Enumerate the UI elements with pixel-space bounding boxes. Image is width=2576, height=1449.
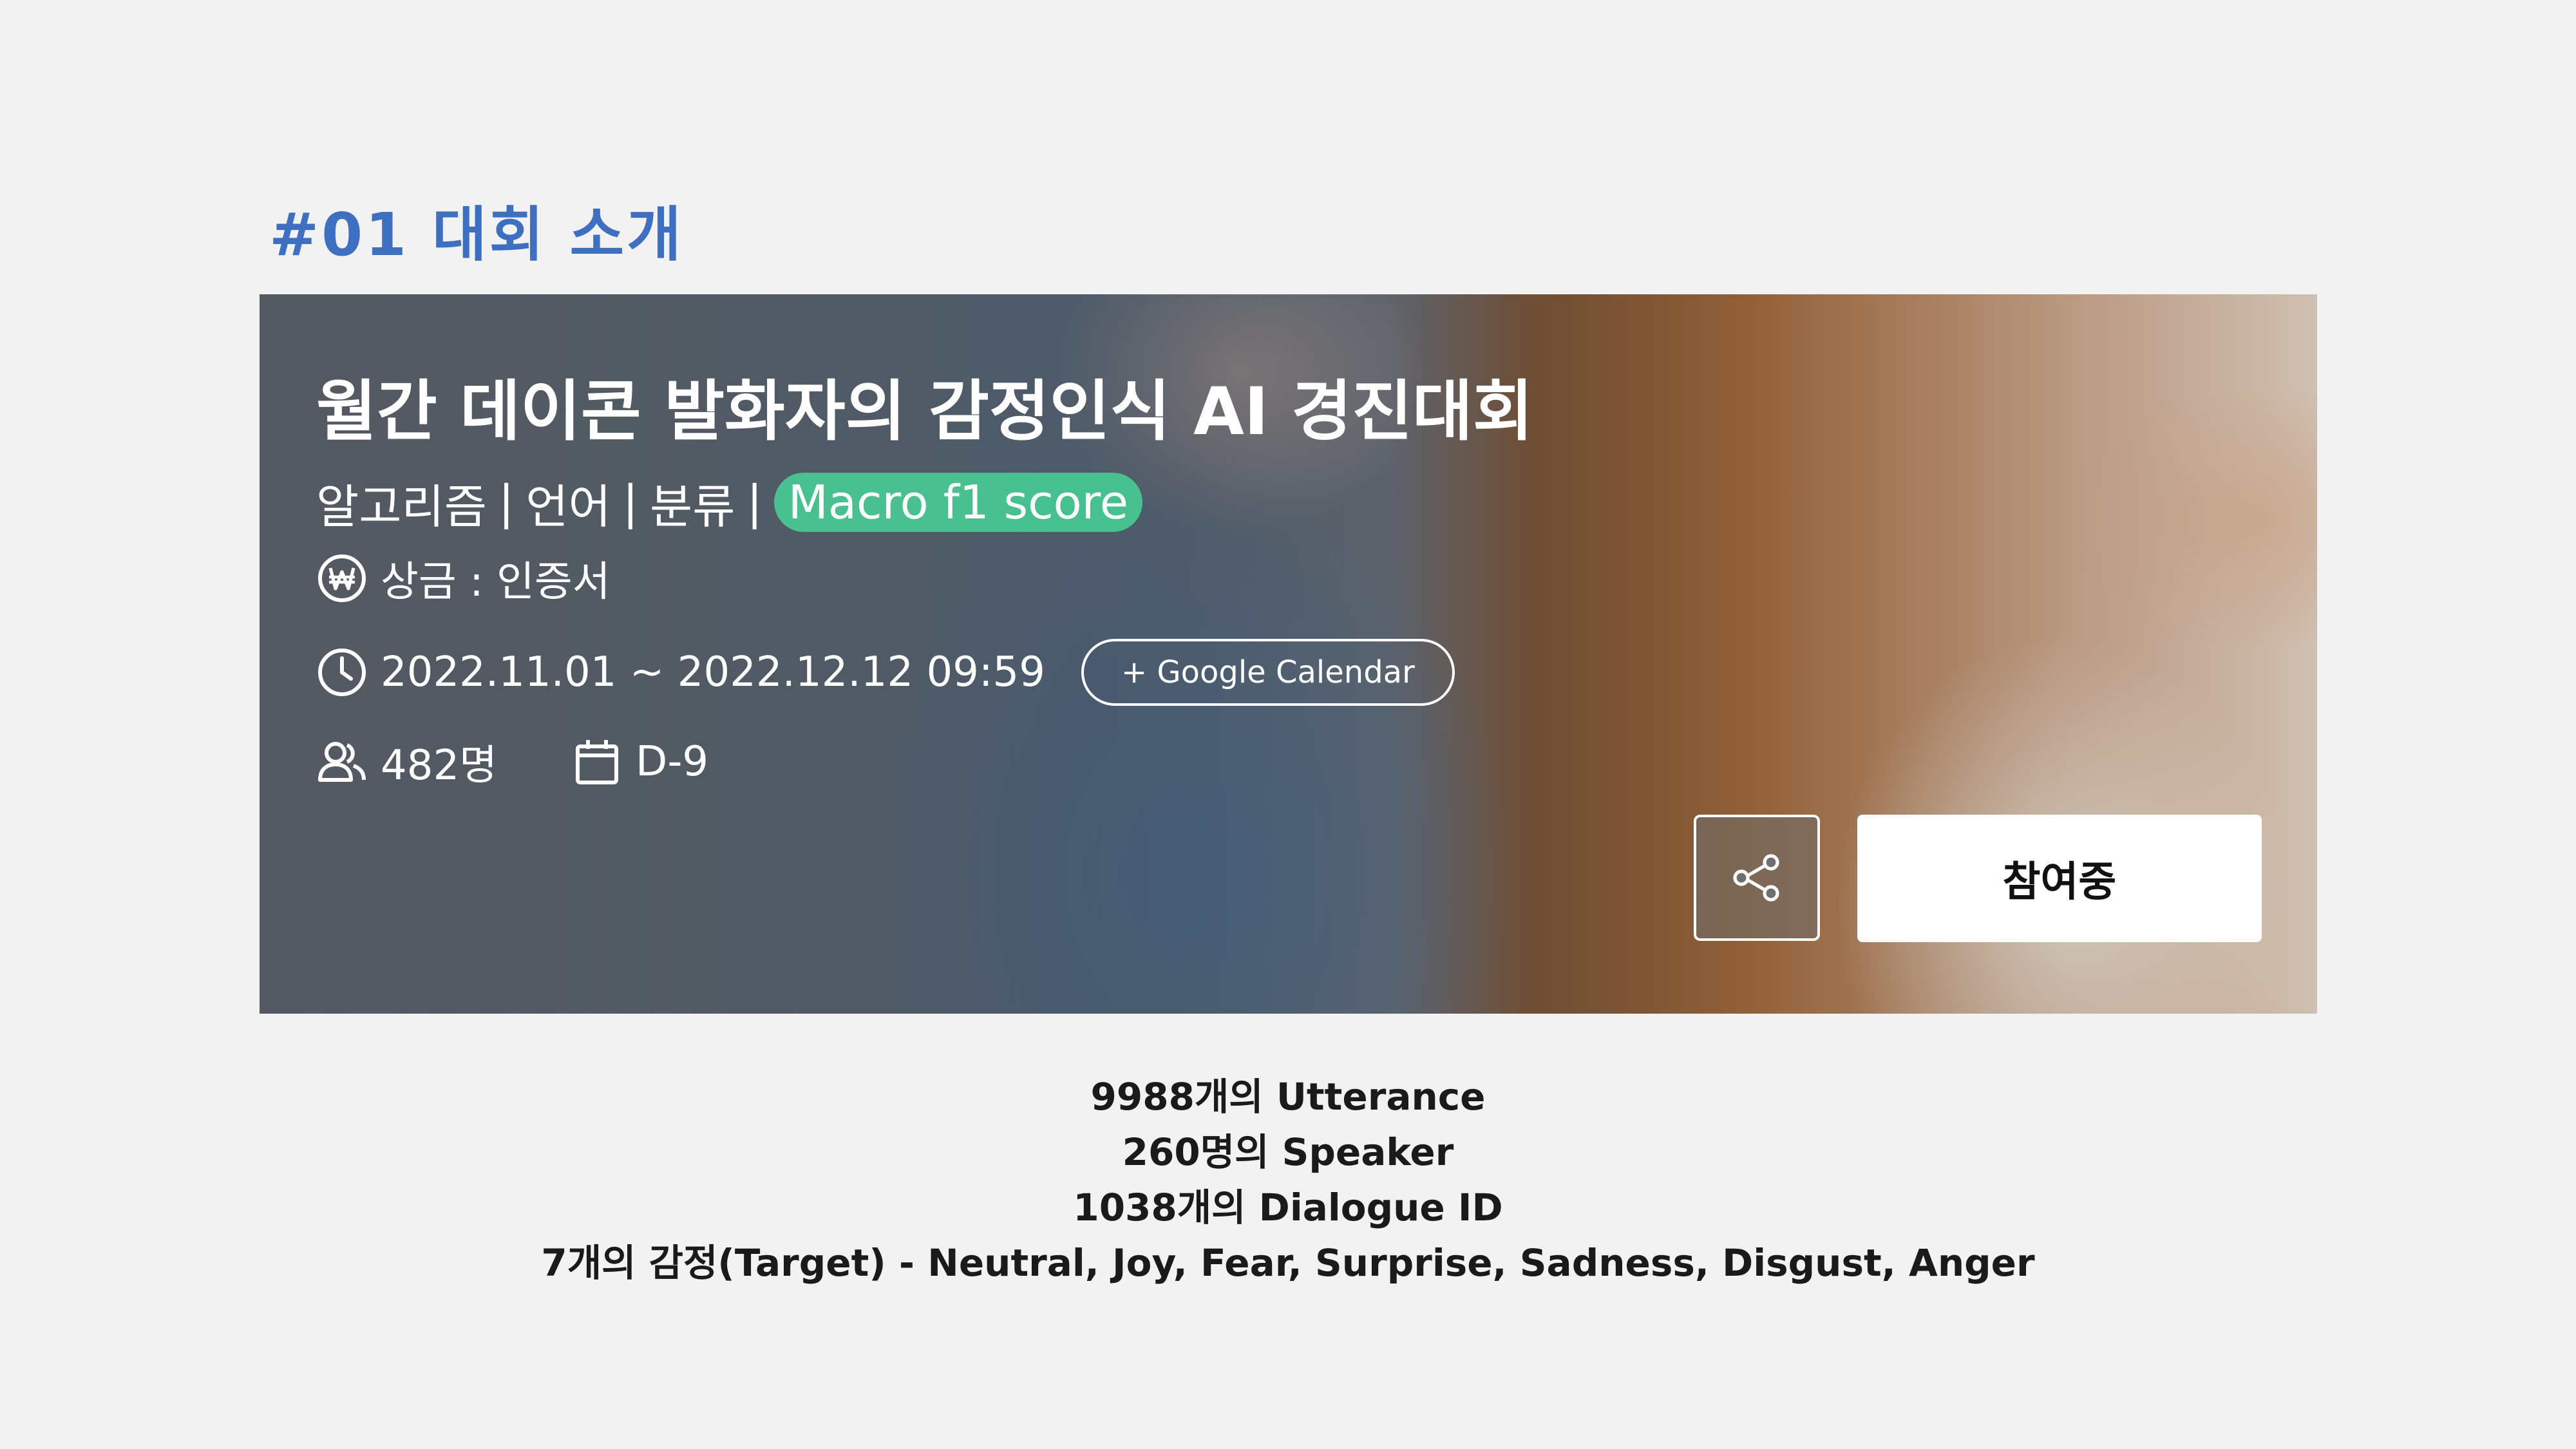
stat-speaker: 260명의 Speaker (1122, 1130, 1454, 1174)
stat-utterance: 9988개의 Utterance (1090, 1075, 1486, 1119)
users-icon (318, 742, 366, 782)
tag-language: 언어 (526, 479, 611, 534)
share-icon (1733, 854, 1779, 902)
share-button[interactable] (1694, 815, 1820, 941)
tag-separator: | (498, 475, 515, 529)
dday-text: D-9 (636, 738, 709, 786)
competition-banner: 월간 데이콘 발화자의 감정인식 AI 경진대회 알고리즘 | 언어 | 분류 … (260, 294, 2317, 1014)
period-text: 2022.11.01 ~ 2022.12.12 09:59 (381, 649, 1045, 696)
participants-row: 482명 D-9 (316, 732, 708, 791)
prize-row: 상금 : 인증서 (316, 549, 611, 608)
tag-separator: | (746, 475, 762, 529)
calendar-icon (576, 740, 619, 784)
tag-classification: 분류 (649, 479, 735, 534)
dataset-stats: 9988개의 Utterance 260명의 Speaker 1038개의 Di… (0, 1069, 2576, 1291)
tag-algorithm: 알고리즘 (316, 479, 487, 534)
prize-text: 상금 : 인증서 (381, 558, 611, 606)
dday-group: D-9 (571, 736, 708, 788)
competition-title: 월간 데이콘 발화자의 감정인식 AI 경진대회 (316, 374, 1533, 450)
participants-count: 482명 (381, 742, 498, 790)
metric-tag: Macro f1 score (773, 473, 1143, 532)
tag-separator: | (622, 475, 638, 529)
stat-dialogue: 1038개의 Dialogue ID (1073, 1186, 1503, 1229)
stat-emotion-targets: 7개의 감정(Target) - Neutral, Joy, Fear, Sur… (541, 1241, 2035, 1285)
won-icon (318, 554, 366, 602)
section-title: #01 대회 소개 (269, 200, 684, 269)
google-calendar-button[interactable]: + Google Calendar (1081, 639, 1455, 706)
period-row: 2022.11.01 ~ 2022.12.12 09:59 + Google C… (316, 639, 1455, 706)
clock-icon (318, 649, 366, 696)
join-status-button[interactable]: 참여중 (1857, 815, 2262, 942)
category-tags: 알고리즘 | 언어 | 분류 | Macro f1 score (316, 467, 1143, 538)
banner-content: 월간 데이콘 발화자의 감정인식 AI 경진대회 알고리즘 | 언어 | 분류 … (260, 294, 2317, 1014)
